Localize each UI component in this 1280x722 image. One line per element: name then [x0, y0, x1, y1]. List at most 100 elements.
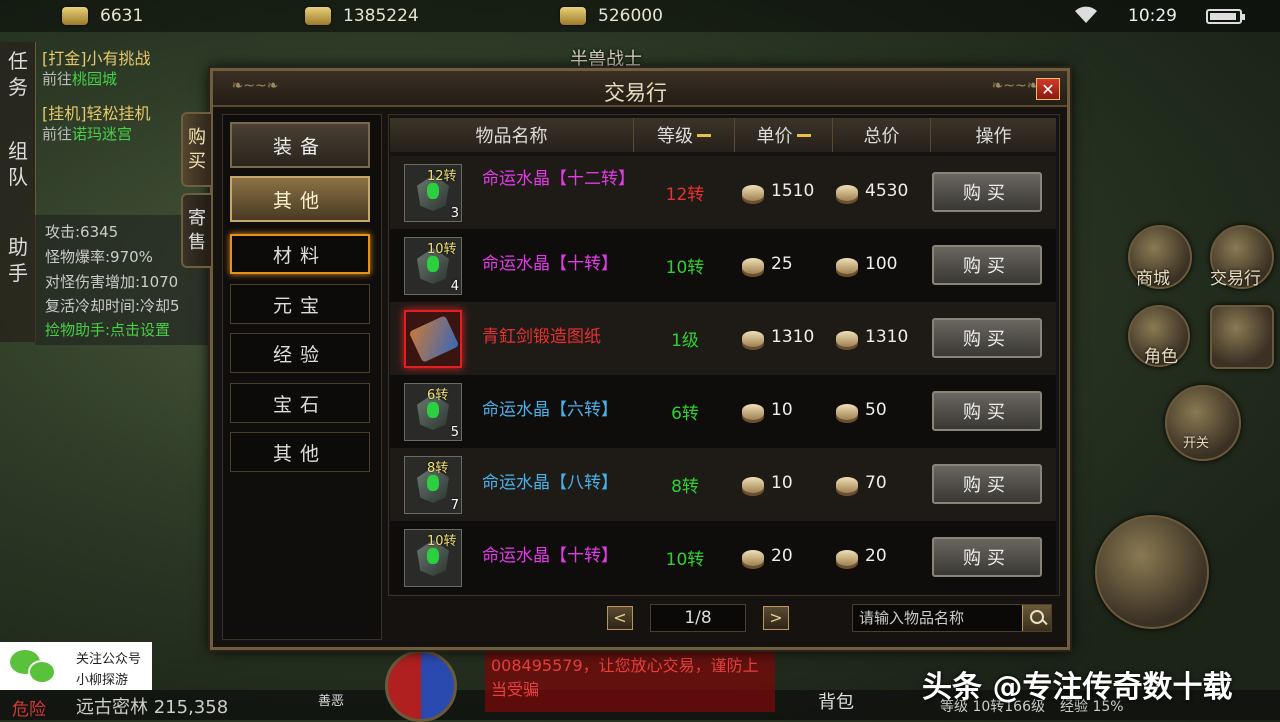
item-slot[interactable]: 6转 5 — [404, 383, 462, 441]
item-slot[interactable]: 8转 7 — [404, 456, 462, 514]
toggle-label: 开关 — [1183, 436, 1210, 451]
bag-button[interactable]: 背包 — [818, 688, 854, 714]
hp-mp-orb — [385, 650, 457, 722]
tab-helper[interactable]: 助手 — [6, 234, 30, 286]
gold-ingot-counter: 1385224 — [305, 4, 419, 28]
item-level: 1级 — [671, 331, 699, 351]
total-price: 70 — [865, 473, 887, 493]
coin-icon — [836, 185, 858, 201]
coin-icon — [742, 477, 764, 493]
sort-icon — [697, 133, 711, 137]
coin-icon — [836, 331, 858, 347]
category-gem[interactable]: 宝石 — [230, 383, 370, 423]
clock: 10:29 — [1128, 6, 1177, 26]
category-ingot[interactable]: 元宝 — [230, 284, 370, 324]
gold-coin-icon — [62, 7, 88, 25]
system-chat: 008495579，让您放心交易，谨防上当受骗 — [485, 652, 775, 712]
search-icon[interactable] — [1022, 605, 1051, 631]
item-tier: 10转 — [427, 534, 457, 549]
item-count: 4 — [450, 279, 459, 294]
quest-item[interactable]: [挂机]轻松挂机 前往诺玛迷宫 — [42, 103, 151, 145]
category-exp[interactable]: 经验 — [230, 333, 370, 373]
item-level: 10转 — [665, 258, 705, 278]
tab-consign[interactable]: 寄售 — [181, 193, 211, 268]
search-input[interactable] — [853, 605, 1023, 631]
role-label: 角色 — [1144, 347, 1178, 367]
gold-coin-counter: 6631 — [62, 4, 143, 28]
wifi-icon — [1075, 6, 1097, 26]
table-row: 6转 5 命运水晶【六转】 6转 10 50 购买 — [390, 375, 1056, 448]
pickup-helper-link[interactable]: 捡物助手:点击设置 — [45, 319, 170, 340]
table-row: 8转 7 命运水晶【八转】 8转 10 70 购买 — [390, 448, 1056, 521]
tab-quest[interactable]: 任务 — [6, 48, 30, 100]
header-unit-price[interactable]: 单价 — [735, 118, 833, 152]
item-count: 5 — [450, 425, 459, 440]
coin-icon — [742, 550, 764, 566]
item-count: 3 — [450, 206, 459, 221]
buy-button[interactable]: 购买 — [932, 172, 1042, 212]
header-action: 操作 — [931, 118, 1056, 152]
category-other[interactable]: 其他 — [230, 432, 370, 472]
item-level: 12转 — [665, 185, 705, 205]
location-coords: 远古密林 215,358 — [76, 697, 229, 718]
item-search — [852, 604, 1052, 632]
header-level[interactable]: 等级 — [634, 118, 735, 152]
coin-icon — [836, 258, 858, 274]
menu-grid-icon[interactable] — [1210, 305, 1274, 369]
attack-sword-icon[interactable] — [1095, 515, 1209, 629]
next-page-button[interactable]: > — [763, 606, 789, 630]
item-name: 命运水晶【八转】 — [482, 473, 618, 493]
category-other-main[interactable]: 其他 — [230, 176, 370, 222]
item-slot[interactable]: 10转 4 — [404, 237, 462, 295]
coin-icon — [742, 404, 764, 420]
page-indicator: 1/8 — [650, 604, 746, 632]
buy-button[interactable]: 购买 — [932, 245, 1042, 285]
quest-item[interactable]: [打金]小有挑战 前往桃园城 — [42, 48, 151, 90]
item-level: 10转 — [665, 550, 705, 570]
item-name: 命运水晶【十转】 — [482, 546, 618, 566]
item-slot[interactable]: 12转 3 — [404, 164, 462, 222]
good-evil-label[interactable]: 善恶 — [318, 690, 344, 709]
item-slot[interactable]: 10转 — [404, 529, 462, 587]
scroll-icon — [408, 315, 460, 363]
shop-label: 商城 — [1136, 269, 1170, 289]
table-row: 12转 3 命运水晶【十二转】 12转 1510 4530 购买 — [390, 156, 1056, 229]
category-equipment[interactable]: 装备 — [230, 122, 370, 168]
battery-icon — [1206, 9, 1245, 24]
item-tier: 8转 — [427, 461, 449, 476]
header-item-name: 物品名称 — [390, 118, 634, 152]
tab-team[interactable]: 组队 — [6, 138, 30, 190]
item-name: 青釭剑锻造图纸 — [482, 327, 601, 347]
ornament-icon: ❧~~❧ — [231, 78, 279, 94]
prev-page-button[interactable]: < — [607, 606, 633, 630]
coin-icon — [836, 404, 858, 420]
close-button[interactable]: ✕ — [1036, 78, 1060, 100]
category-materials[interactable]: 材料 — [230, 234, 370, 274]
unit-price: 20 — [771, 546, 793, 566]
total-price: 20 — [865, 546, 887, 566]
item-count: 7 — [450, 498, 459, 513]
quest-side-tabs: 任务 组队 助手 — [0, 42, 36, 342]
stat-revive-cooldown: 复活冷却时间:冷却5 — [45, 297, 180, 315]
stat-attack: 攻击:6345 — [45, 223, 119, 241]
coin-icon — [836, 550, 858, 566]
unit-price: 1510 — [771, 181, 815, 201]
wechat-badge: 关注公众号 小柳探游 — [0, 642, 152, 690]
table-row: 青釭剑锻造图纸 1级 1310 1310 购买 — [390, 302, 1056, 375]
total-price: 100 — [865, 254, 898, 274]
buy-button[interactable]: 购买 — [932, 318, 1042, 358]
danger-indicator: 危险 — [12, 700, 46, 720]
item-slot[interactable] — [404, 310, 462, 368]
tab-buy[interactable]: 购买 — [181, 112, 211, 187]
dialog-title: 交易行 — [604, 81, 667, 105]
stat-damage-bonus: 对怪伤害增加:1070 — [45, 273, 179, 291]
total-price: 50 — [865, 400, 887, 420]
unit-price: 10 — [771, 473, 793, 493]
total-price: 4530 — [865, 181, 909, 201]
item-level: 6转 — [671, 404, 699, 424]
treasure-icon — [560, 7, 586, 25]
buy-button[interactable]: 购买 — [932, 537, 1042, 577]
item-tier: 12转 — [427, 169, 457, 184]
buy-button[interactable]: 购买 — [932, 464, 1042, 504]
buy-button[interactable]: 购买 — [932, 391, 1042, 431]
